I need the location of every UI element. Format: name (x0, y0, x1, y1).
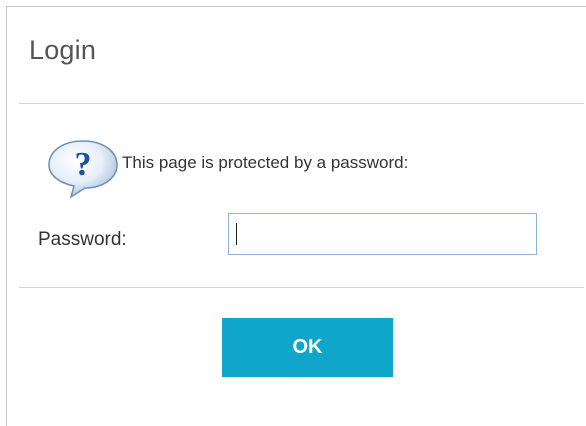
footer-divider (19, 287, 584, 288)
password-label: Password: (38, 229, 127, 250)
help-question-icon: ? (45, 137, 121, 199)
header-divider (19, 103, 584, 104)
ok-button[interactable]: OK (222, 318, 393, 377)
dialog-title: Login (29, 35, 97, 65)
svg-text:?: ? (75, 146, 92, 183)
text-caret (236, 223, 237, 245)
login-dialog: Login ? This page is protected by a pass… (6, 6, 586, 426)
password-input[interactable] (228, 213, 537, 255)
password-protected-message: This page is protected by a password: (122, 153, 409, 172)
